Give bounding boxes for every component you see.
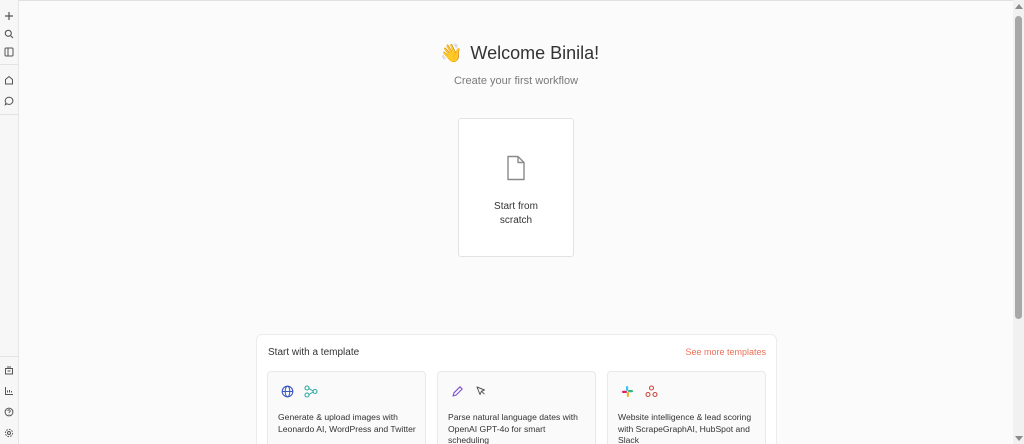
pencil-icon xyxy=(450,384,464,398)
chat-icon[interactable] xyxy=(2,94,16,108)
left-sidebar xyxy=(0,0,19,444)
search-icon[interactable] xyxy=(2,27,16,41)
slack-icon xyxy=(620,384,634,398)
start-from-scratch-card[interactable]: Start from scratch xyxy=(458,118,574,257)
cursor-icon xyxy=(474,384,488,398)
scroll-thumb[interactable] xyxy=(1015,16,1022,319)
template-description: Parse natural language dates with OpenAI… xyxy=(448,412,578,444)
template-card[interactable]: Parse natural language dates with OpenAI… xyxy=(437,371,596,444)
template-description: Generate & upload images with Leonardo A… xyxy=(278,412,416,434)
template-card[interactable]: Generate & upload images with Leonardo A… xyxy=(267,371,426,444)
scroll-up-icon[interactable] xyxy=(1015,4,1023,9)
template-description: Website intelligence & lead scoring with… xyxy=(618,412,752,444)
help-icon[interactable] xyxy=(2,405,16,419)
globe-icon xyxy=(280,384,294,398)
network-icon xyxy=(644,384,658,398)
vertical-scrollbar[interactable] xyxy=(1013,0,1024,444)
settings-icon[interactable] xyxy=(2,426,16,440)
page-title: Welcome Binila! xyxy=(470,42,600,63)
scroll-down-icon[interactable] xyxy=(1015,436,1023,441)
wave-icon: 👋 xyxy=(440,42,463,63)
top-divider xyxy=(19,0,1013,1)
share-icon xyxy=(304,384,318,398)
see-more-templates-link[interactable]: See more templates xyxy=(685,347,766,357)
plus-icon[interactable] xyxy=(2,9,16,23)
page-subtitle: Create your first workflow xyxy=(453,75,579,87)
welcome-header: 👋 Welcome Binila! xyxy=(440,40,600,66)
template-card[interactable]: Website intelligence & lead scoring with… xyxy=(607,371,766,444)
analytics-icon[interactable] xyxy=(2,384,16,398)
template-panel: Start with a template See more templates… xyxy=(256,334,777,444)
templates-icon[interactable] xyxy=(2,364,16,378)
panel-icon[interactable] xyxy=(2,45,16,59)
document-icon xyxy=(505,155,527,186)
start-from-scratch-label: Start from scratch xyxy=(494,201,538,226)
home-icon[interactable] xyxy=(2,73,16,87)
template-heading: Start with a template xyxy=(268,347,360,358)
